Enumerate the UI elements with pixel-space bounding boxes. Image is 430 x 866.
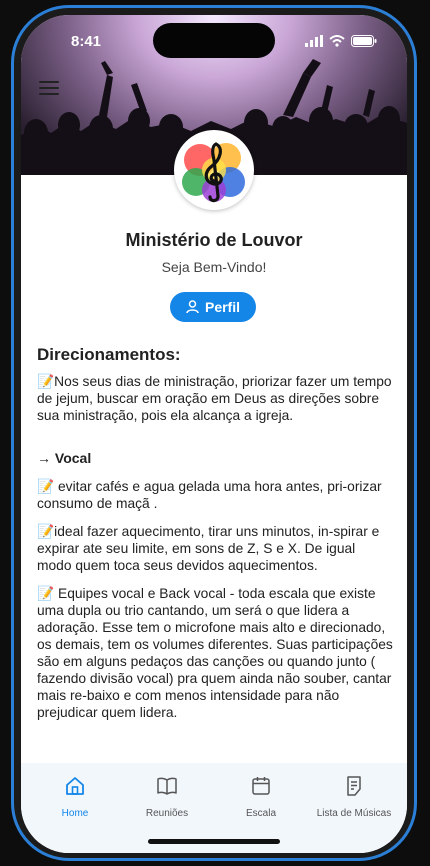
tab-home[interactable]: Home bbox=[43, 775, 107, 819]
calendar-icon bbox=[252, 777, 270, 795]
hamburger-menu-icon[interactable] bbox=[39, 81, 59, 97]
section-heading: Direcionamentos: bbox=[37, 345, 181, 364]
tab-lista-de-musicas-label: Lista de Músicas bbox=[316, 808, 392, 819]
vocal-item-3: 📝 Equipes vocal e Back vocal - toda esca… bbox=[37, 586, 393, 720]
main-content: Direcionamentos: 📝Nos seus dias de minis… bbox=[37, 345, 393, 763]
page-title: Ministério de Louvor bbox=[125, 230, 303, 250]
home-icon bbox=[66, 777, 84, 795]
tab-reunioes[interactable]: Reuniões bbox=[135, 775, 199, 819]
vocal-item-2: 📝ideal fazer aquecimento, tirar uns minu… bbox=[37, 524, 380, 573]
vocal-item-1: 📝 evitar cafés e agua gelada uma hora an… bbox=[37, 479, 382, 511]
app-screen: 8:41 Ministério de Louvor Seja Bem-Vindo… bbox=[21, 15, 407, 853]
status-time: 8:41 bbox=[71, 33, 102, 50]
book-icon bbox=[157, 777, 177, 795]
profile-button-label: Perfil bbox=[204, 299, 240, 315]
tab-reunioes-label: Reuniões bbox=[145, 808, 189, 819]
status-icons bbox=[305, 35, 377, 47]
home-indicator bbox=[148, 839, 280, 844]
welcome-subtitle: Seja Bem-Vindo! bbox=[161, 259, 267, 275]
vocal-heading: → Vocal bbox=[37, 450, 92, 466]
intro-paragraph: 📝Nos seus dias de ministração, priorizar… bbox=[37, 374, 392, 423]
tab-escala[interactable]: Escala bbox=[229, 775, 293, 819]
tab-lista-de-musicas[interactable]: Lista de Músicas bbox=[309, 775, 399, 819]
tab-home-label: Home bbox=[61, 808, 89, 819]
tab-escala-label: Escala bbox=[245, 808, 276, 819]
person-icon bbox=[186, 300, 199, 314]
profile-button[interactable]: Perfil bbox=[170, 292, 256, 322]
list-document-icon bbox=[347, 776, 361, 796]
signal-icon bbox=[305, 35, 323, 47]
battery-icon bbox=[351, 35, 377, 47]
dynamic-island bbox=[153, 23, 275, 58]
wifi-icon bbox=[329, 35, 345, 47]
treble-clef-icon bbox=[174, 130, 254, 210]
